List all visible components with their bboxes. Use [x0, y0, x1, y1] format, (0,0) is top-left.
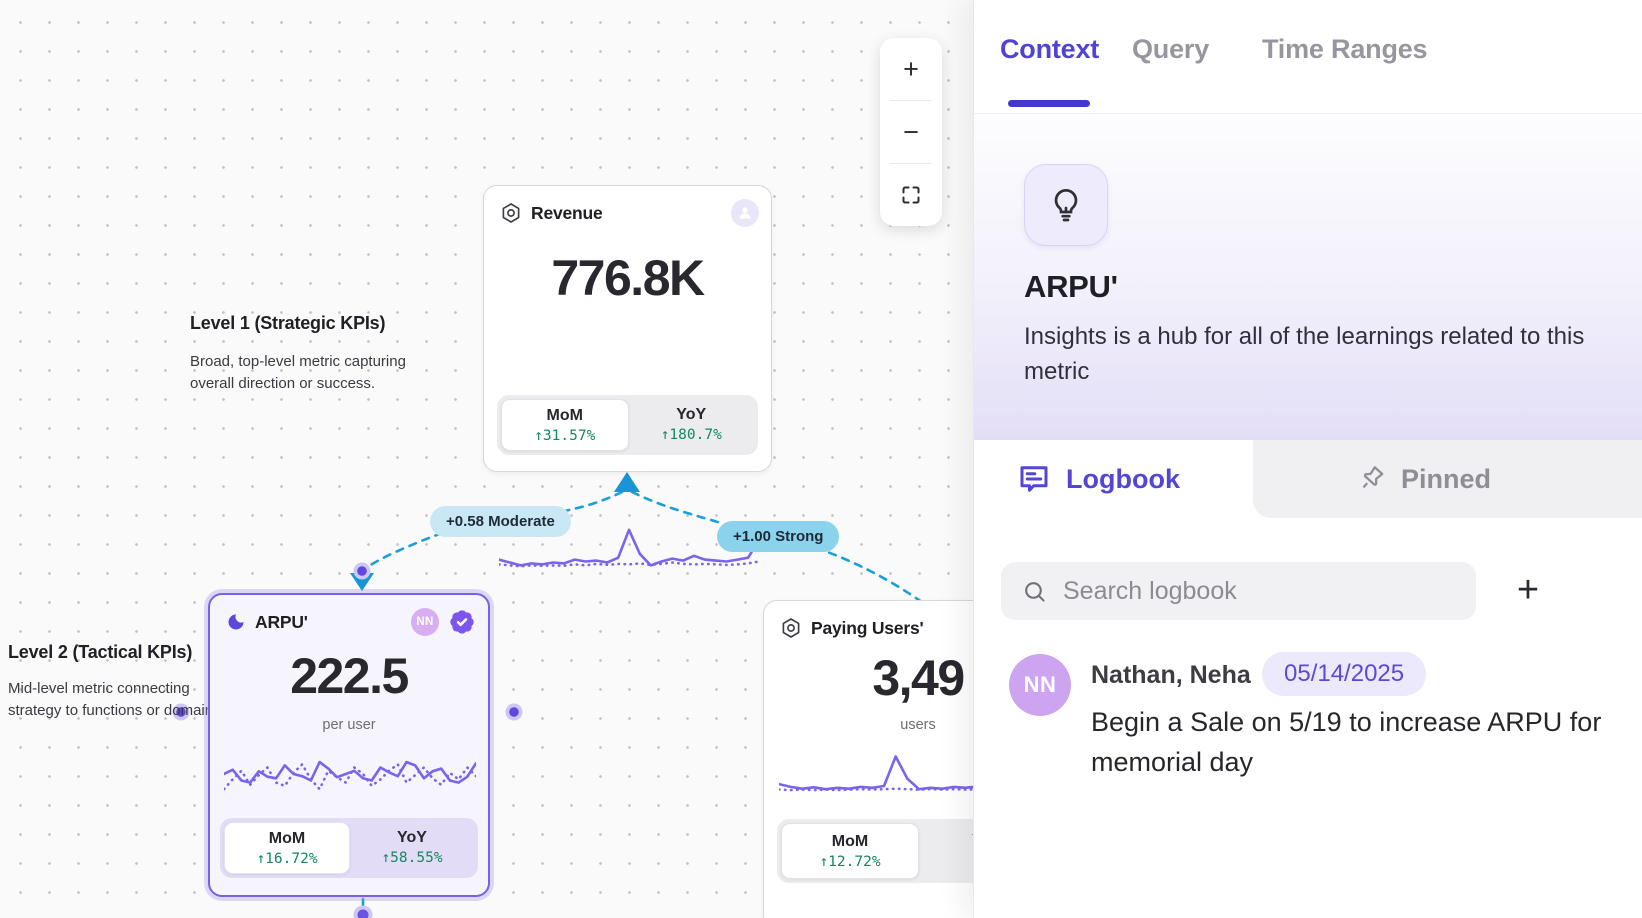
- edge-revenue-arpu-2: [366, 533, 442, 568]
- delta-toggle: MoM ↑16.72% YoY ↑58.55%: [220, 818, 478, 878]
- yoy-value: ↑58.55%: [350, 850, 474, 866]
- metric-unit: per user: [210, 717, 488, 733]
- fit-view-button[interactable]: [880, 164, 942, 226]
- metric-card-arpu[interactable]: ARPU' NN 222.5 per user MoM ↑16.72%: [208, 593, 490, 897]
- metric-context-header: ARPU' Insights is a hub for all of the l…: [974, 114, 1642, 440]
- search-box: [1001, 562, 1476, 620]
- metric-hexagon-icon: [500, 202, 522, 224]
- search-icon: [1022, 579, 1047, 604]
- metric-value: 222.5: [210, 647, 488, 705]
- sparkline: [224, 743, 476, 805]
- edge-label-strong[interactable]: +1.00 Strong: [717, 521, 839, 552]
- logbook-search-row: +: [974, 562, 1642, 620]
- mom-value: ↑12.72%: [782, 854, 918, 870]
- pin-icon: [1350, 458, 1392, 500]
- search-logbook-input[interactable]: [1063, 563, 1463, 619]
- level-1-title: Level 1 (Strategic KPIs): [190, 313, 406, 334]
- card-title: Revenue: [531, 203, 603, 224]
- tab-query[interactable]: Query: [1132, 34, 1209, 65]
- zoom-in-button[interactable]: +: [880, 38, 942, 100]
- level-2-annotation: Level 2 (Tactical KPIs) Mid-level metric…: [8, 642, 225, 722]
- context-sidebar: Context Query Time Ranges ARPU' Insights…: [973, 0, 1642, 918]
- metric-card-revenue[interactable]: Revenue 776.8K MoM ↑31.57% YoY ↑180.7%: [483, 185, 772, 472]
- level-2-title: Level 2 (Tactical KPIs): [8, 642, 225, 663]
- mom-toggle[interactable]: MoM ↑12.72%: [781, 823, 919, 879]
- tab-logbook[interactable]: Logbook: [1016, 440, 1180, 518]
- level-1-annotation: Level 1 (Strategic KPIs) Broad, top-leve…: [190, 313, 406, 395]
- arrowhead-up-icon: [614, 472, 640, 492]
- mom-value: ↑16.72%: [225, 851, 349, 867]
- lightbulb-icon: [1046, 185, 1086, 225]
- metric-hexagon-icon: [780, 617, 802, 639]
- fullscreen-icon: [901, 185, 921, 205]
- insight-tile: [1024, 164, 1108, 246]
- active-tab-indicator: [1008, 100, 1090, 107]
- entry-date-badge: 05/14/2025: [1262, 652, 1426, 696]
- author-name: Nathan, Neha: [1091, 661, 1251, 690]
- owner-initials-badge: NN: [411, 608, 439, 636]
- yoy-toggle[interactable]: YoY ↑58.55%: [350, 822, 474, 874]
- edge-revenue-paying: [632, 492, 724, 524]
- card-title: Paying Users': [811, 618, 923, 639]
- metric-value: 776.8K: [484, 249, 771, 307]
- moon-icon: [226, 612, 246, 632]
- tab-time-ranges[interactable]: Time Ranges: [1262, 34, 1427, 65]
- sidebar-tab-bar: Context Query Time Ranges: [974, 0, 1642, 114]
- yoy-value: ↑180.7%: [629, 427, 755, 443]
- entry-text: Begin a Sale on 5/19 to increase ARPU fo…: [1091, 702, 1642, 782]
- metric-title: ARPU': [1024, 269, 1118, 305]
- tab-context[interactable]: Context: [1000, 34, 1099, 65]
- mom-value: ↑31.57%: [502, 428, 628, 444]
- zoom-out-button[interactable]: −: [880, 101, 942, 163]
- author-avatar: NN: [1009, 654, 1071, 716]
- metric-tree-app: Level 1 (Strategic KPIs) Broad, top-leve…: [0, 0, 1642, 918]
- card-title: ARPU': [255, 612, 308, 633]
- verified-check-icon: [448, 608, 476, 636]
- handle-right: [509, 707, 519, 717]
- mom-toggle[interactable]: MoM ↑31.57%: [501, 399, 629, 451]
- handle-bottom: [358, 910, 369, 918]
- handle-top: [357, 566, 367, 576]
- yoy-toggle[interactable]: YoY ↑180.7%: [629, 399, 755, 451]
- owner-avatar-icon: [731, 199, 759, 227]
- metric-description: Insights is a hub for all of the learnin…: [1024, 319, 1636, 389]
- logbook-chat-icon: [1016, 461, 1052, 497]
- zoom-controls: + −: [880, 38, 942, 226]
- mom-toggle[interactable]: MoM ↑16.72%: [224, 822, 350, 874]
- arrowhead-down-icon: [350, 573, 374, 591]
- edge-label-moderate[interactable]: +0.58 Moderate: [430, 506, 571, 537]
- delta-toggle: MoM ↑31.57% YoY ↑180.7%: [497, 395, 758, 455]
- add-logbook-entry-button[interactable]: +: [1504, 566, 1552, 614]
- tab-pinned[interactable]: Pinned: [1253, 440, 1642, 518]
- logbook-tab-bar: Logbook Pinned: [974, 440, 1642, 518]
